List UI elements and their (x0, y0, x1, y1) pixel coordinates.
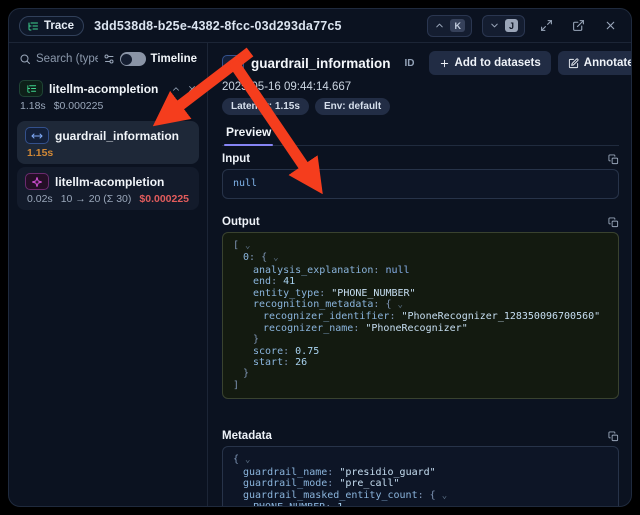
root-latency: 1.18s (20, 100, 46, 112)
output-section-title: Output (222, 216, 608, 228)
trace-node-icon (19, 80, 43, 97)
close-icon (604, 19, 617, 32)
tree-node-root[interactable]: litellm-acompletion (15, 74, 201, 99)
maximize-icon (540, 19, 553, 32)
env-badge: Env: default (315, 98, 390, 115)
input-value: null (233, 178, 257, 189)
detail-tabs: Preview (222, 122, 619, 146)
plus-icon (439, 58, 450, 69)
observation-detail-panel: guardrail_information ID Add to datasets… (208, 43, 631, 506)
next-trace-button[interactable]: J (482, 15, 525, 37)
copy-icon[interactable] (608, 217, 619, 228)
generation-node-icon (25, 173, 49, 190)
annotate-button[interactable]: Annotate (558, 51, 632, 75)
search-input[interactable] (36, 53, 98, 65)
span-latency: 1.15s (27, 147, 53, 159)
trace-id: 3dd538d8-b25e-4382-8fcc-03d293da77c5 (94, 19, 342, 33)
trace-tree-sidebar: Timeline litellm-acompletion 1.18s $0.00… (9, 43, 208, 506)
filter-sliders-icon[interactable] (103, 53, 115, 65)
root-cost: $0.000225 (54, 100, 104, 112)
annotate-split-button: Annotate (558, 51, 632, 75)
chevron-up-icon (434, 20, 445, 31)
trace-detail-dialog: Trace 3dd538d8-b25e-4382-8fcc-03d293da77… (8, 8, 632, 507)
kbd-j: J (505, 19, 518, 32)
tree-node-label: litellm-acompletion (55, 175, 191, 189)
previous-trace-button[interactable]: K (427, 15, 472, 37)
collapse-all-icon[interactable] (171, 84, 181, 94)
latency-badge: Latency: 1.15s (222, 98, 309, 115)
list-tree-icon (27, 20, 39, 32)
tree-node-label: litellm-acompletion (49, 82, 165, 96)
tree-node-label: guardrail_information (55, 129, 191, 143)
tab-preview[interactable]: Preview (224, 122, 273, 145)
input-value-box: null (222, 169, 619, 199)
move-horizontal-icon (227, 57, 239, 69)
sparkle-icon (31, 176, 43, 188)
input-section-title: Input (222, 153, 608, 165)
output-json-viewer[interactable]: [ ⌄0: { ⌄analysis_explanation: nullend: … (222, 232, 619, 399)
move-horizontal-icon (31, 130, 43, 142)
close-button[interactable] (599, 15, 621, 37)
span-type-icon (222, 55, 244, 72)
span-node-icon (25, 127, 49, 144)
observation-timestamp: 2025-05-16 09:44:14.667 (222, 81, 619, 93)
span-cost: $0.000225 (139, 193, 189, 205)
add-to-datasets-button[interactable]: Add to datasets (429, 51, 551, 75)
expand-button[interactable] (535, 15, 557, 37)
timeline-toggle[interactable] (120, 52, 146, 66)
metadata-json-viewer[interactable]: { ⌄guardrail_name: "presidio_guard"guard… (222, 446, 619, 507)
root-metrics: 1.18s $0.000225 (15, 99, 201, 118)
copy-icon[interactable] (608, 154, 619, 165)
kbd-k: K (450, 19, 465, 32)
pen-square-icon (568, 58, 579, 69)
tree-node-litellm-acompletion[interactable]: litellm-acompletion 0.02s 10 → 20 (Σ 30)… (17, 167, 199, 210)
external-link-icon (572, 19, 585, 32)
span-tokens: 10 → 20 (Σ 30) (61, 193, 132, 205)
trace-badge-label: Trace (44, 20, 74, 32)
metadata-section-title: Metadata (222, 430, 608, 442)
list-tree-icon (26, 83, 37, 94)
span-latency: 0.02s (27, 193, 53, 205)
trace-type-badge: Trace (19, 16, 84, 36)
tree-node-guardrail-information[interactable]: guardrail_information 1.15s (17, 121, 199, 164)
search-icon (19, 53, 31, 65)
chevron-down-icon (489, 20, 500, 31)
dialog-header: Trace 3dd538d8-b25e-4382-8fcc-03d293da77… (9, 9, 631, 43)
id-label: ID (405, 58, 415, 69)
expand-collapse-icon[interactable] (187, 84, 197, 94)
open-external-button[interactable] (567, 15, 589, 37)
observation-title: guardrail_information (251, 56, 391, 71)
copy-icon[interactable] (608, 431, 619, 442)
timeline-toggle-label: Timeline (151, 53, 197, 65)
